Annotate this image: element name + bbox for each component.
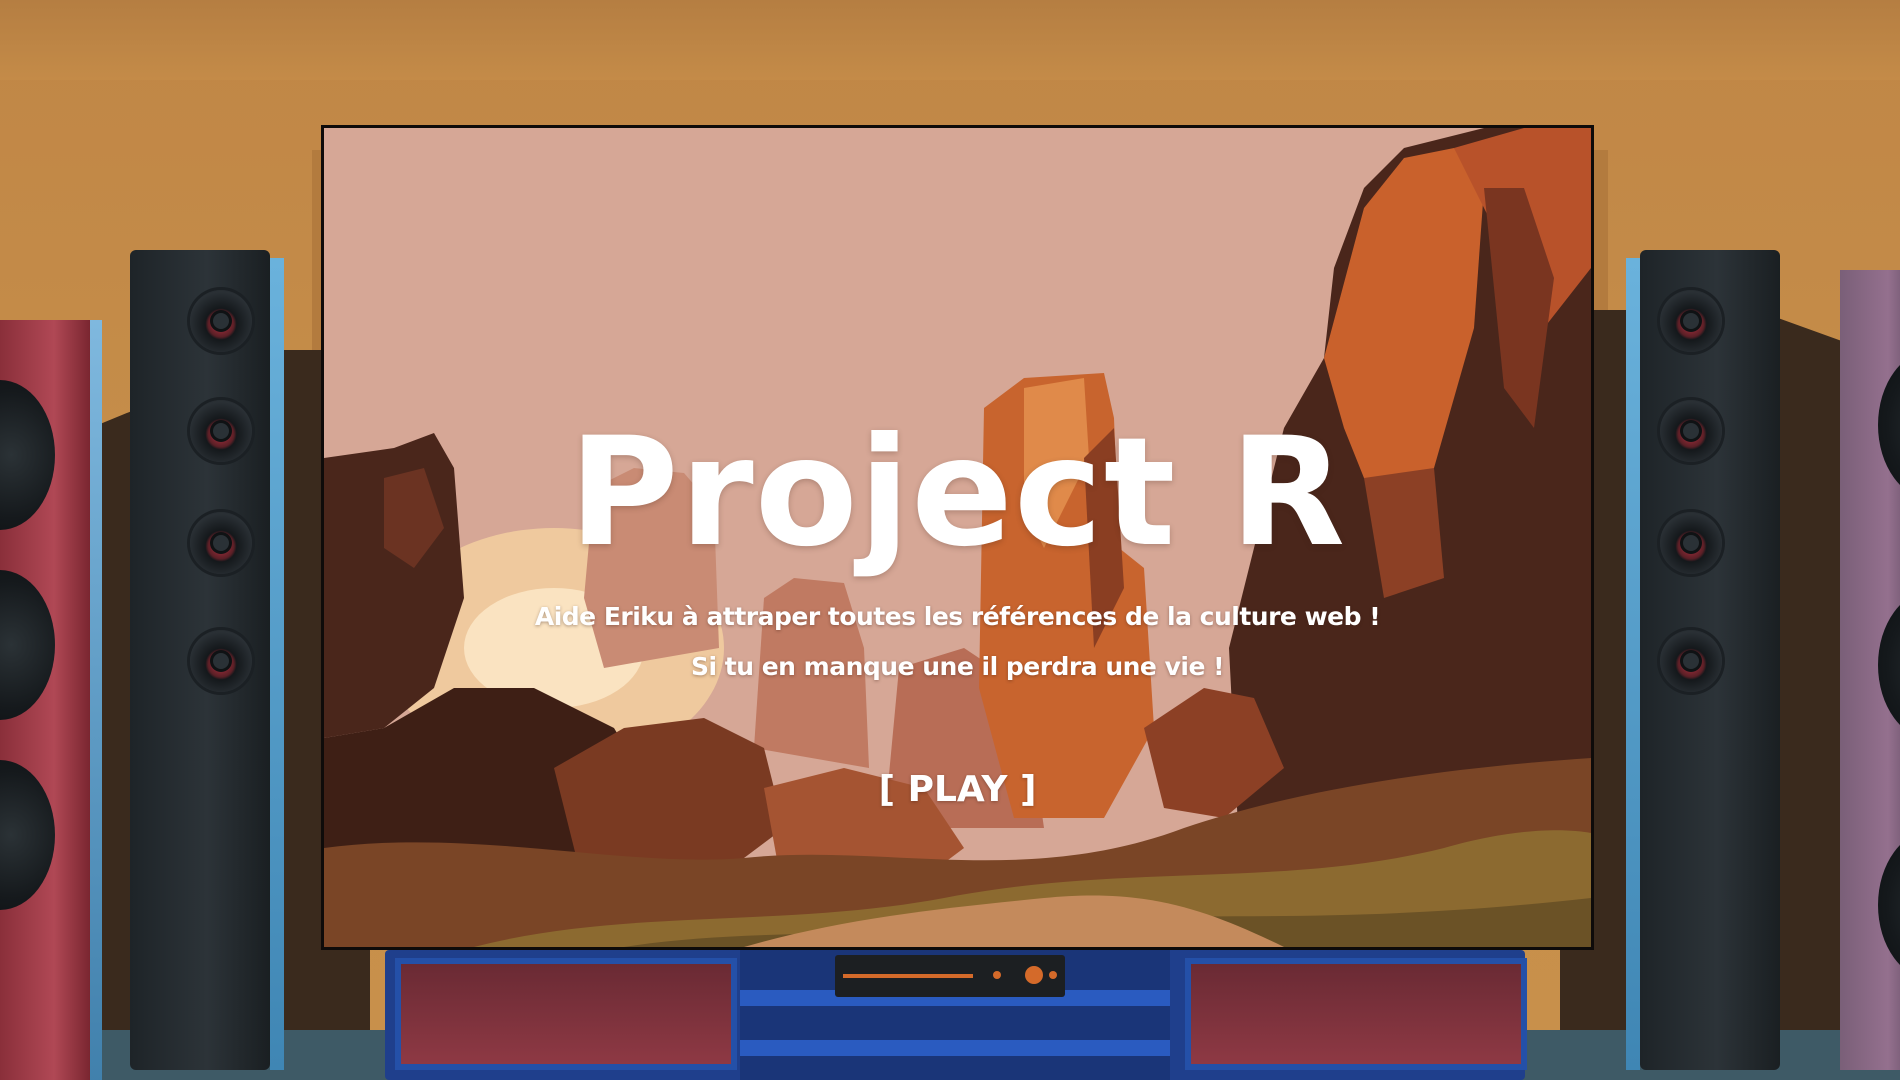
speaker-driver-icon [1660,400,1722,462]
stand-panel-right [1185,958,1527,1070]
speaker-right-outer [1840,270,1900,1070]
speaker-driver-icon [1660,630,1722,692]
game-subtitle-line2: Si tu en manque une il perdra une vie ! [690,652,1225,681]
speaker-driver-icon [1878,830,1900,980]
speaker-driver-icon [1878,590,1900,740]
speaker-left-outer [0,320,102,1080]
stand-panel-left [395,958,737,1070]
speaker-driver-icon [0,380,55,530]
speaker-driver-icon [190,630,252,692]
speaker-driver-icon [1660,512,1722,574]
speaker-driver-icon [190,400,252,462]
speaker-driver-icon [1660,290,1722,352]
speaker-driver-icon [190,512,252,574]
speaker-driver-icon [0,570,55,720]
game-subtitle-line1: Aide Eriku à attraper toutes les référen… [534,602,1381,631]
room-scene: Project R Aide Eriku à attraper toutes l… [0,0,1900,1080]
receiver-icon [835,955,1065,997]
stand-shelf [740,1040,1170,1056]
play-button[interactable]: [ PLAY ] [869,765,1047,814]
speaker-right-tower [1626,250,1780,1070]
game-title: Project R [568,406,1347,580]
speaker-driver-icon [1878,350,1900,500]
game-screen: Project R Aide Eriku à attraper toutes l… [324,128,1591,947]
speaker-driver-icon [0,760,55,910]
speaker-left-tower [130,250,284,1070]
title-overlay: Project R Aide Eriku à attraper toutes l… [324,128,1591,947]
tv-frame: Project R Aide Eriku à attraper toutes l… [321,125,1594,950]
wall-band [0,0,1900,80]
speaker-driver-icon [190,290,252,352]
